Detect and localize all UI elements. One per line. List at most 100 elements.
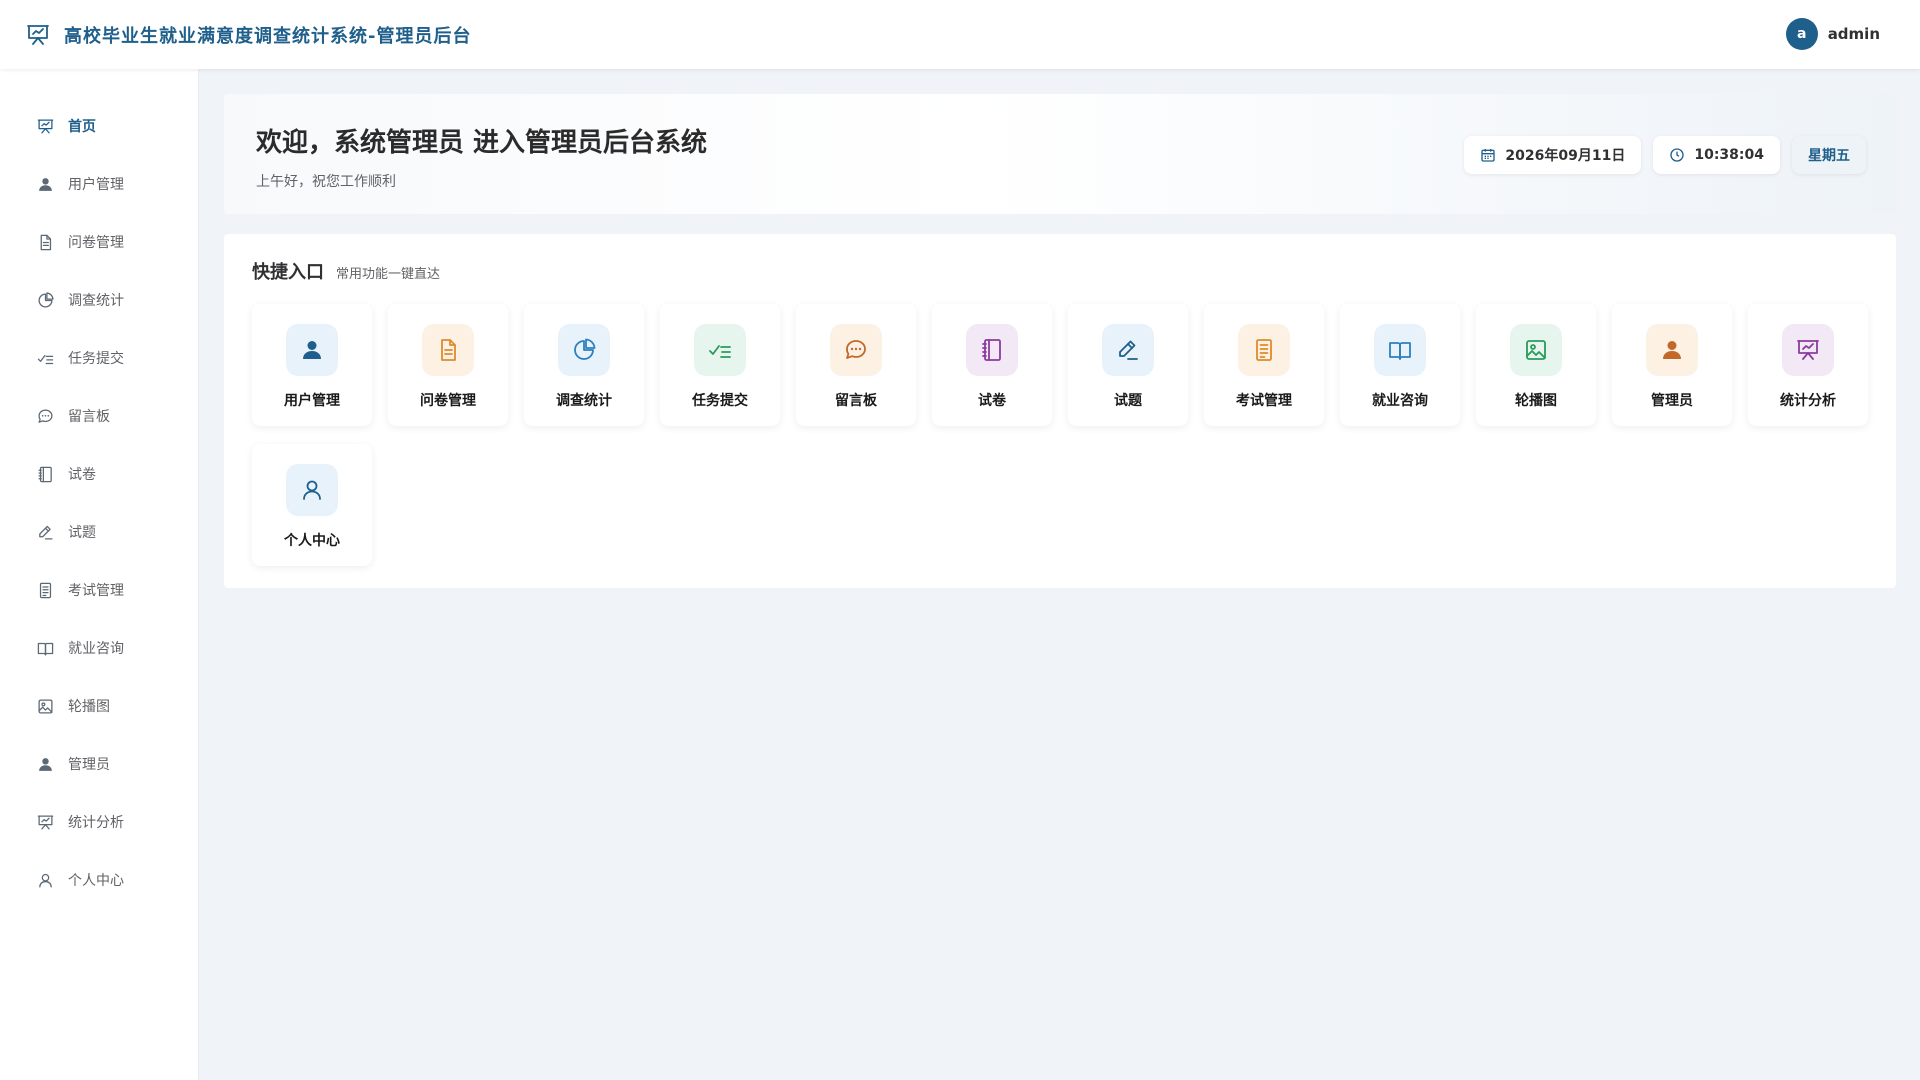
sidebar-item[interactable]: 试卷 [0,445,198,503]
quick-entry-title: 快捷入口 [252,262,324,283]
presentation-icon [1782,324,1834,376]
user-solid-icon [36,175,54,193]
chat-icon [830,324,882,376]
quick-entry-label: 用户管理 [284,393,340,409]
home-icon [36,117,54,135]
notebook-icon [966,324,1018,376]
check-list-icon [36,349,54,367]
avatar[interactable]: a [1785,18,1818,50]
pie-icon [36,291,54,309]
user-solid-icon [36,755,54,773]
sidebar-item-label: 个人中心 [68,873,124,889]
sidebar-item[interactable]: 调查统计 [0,271,198,329]
quick-entry-card[interactable]: 试卷 [932,304,1052,426]
weekday-chip: 星期五 [1792,136,1866,174]
quick-entry-card[interactable]: 调查统计 [524,304,644,426]
sidebar-item-label: 任务提交 [68,351,124,367]
sidebar-item[interactable]: 就业咨询 [0,619,198,677]
sidebar-item-label: 考试管理 [68,583,124,599]
sidebar-item[interactable]: 试题 [0,503,198,561]
presentation-chart-icon [26,23,50,47]
sidebar-item[interactable]: 留言板 [0,387,198,445]
quick-entry-grid: 用户管理 问卷管理 调查统计 任务提交 留言板 试卷 试题 考试管理 就业咨询 轮播图 管理员 统计分… [252,304,1868,566]
sidebar-item-label: 用户管理 [68,177,124,193]
quick-entry-label: 试题 [1114,393,1142,409]
calendar-icon [1480,147,1496,163]
user-outline-icon [286,464,338,516]
sidebar-item-label: 轮播图 [68,699,110,715]
sidebar-item[interactable]: 轮播图 [0,677,198,735]
quick-entry-panel: 快捷入口 常用功能一键直达 用户管理 问卷管理 调查统计 任务提交 留言板 试卷 试题 考试管… [224,234,1896,588]
quick-entry-label: 留言板 [835,393,877,409]
sidebar-item-label: 管理员 [68,757,110,773]
sidebar-item[interactable]: 管理员 [0,735,198,793]
quick-entry-label: 管理员 [1651,393,1693,409]
app-title: 高校毕业生就业满意度调查统计系统-管理员后台 [64,25,472,47]
image-icon [36,697,54,715]
quick-entry-label: 就业咨询 [1372,393,1428,409]
user-menu[interactable]: a admin [1785,18,1880,50]
quick-entry-label: 试卷 [978,393,1006,409]
sidebar-item[interactable]: 考试管理 [0,561,198,619]
date-chip: 2026年09月11日 [1464,136,1642,174]
sidebar-item-label: 留言板 [68,409,110,425]
quick-entry-card[interactable]: 用户管理 [252,304,372,426]
sidebar-item[interactable]: 任务提交 [0,329,198,387]
sidebar-item[interactable]: 问卷管理 [0,213,198,271]
sidebar-item-label: 调查统计 [68,293,124,309]
user-solid-icon [286,324,338,376]
pen-icon [1102,324,1154,376]
chat-icon [36,407,54,425]
quick-entry-card[interactable]: 统计分析 [1748,304,1868,426]
time-chip: 10:38:04 [1653,136,1780,174]
doc-lines-icon [1238,324,1290,376]
sidebar-item-label: 试卷 [68,467,96,483]
quick-entry-subtitle: 常用功能一键直达 [336,267,441,282]
user-outline-icon [36,871,54,889]
pie-icon [558,324,610,376]
sidebar-item-label: 统计分析 [68,815,124,831]
sidebar-item[interactable]: 用户管理 [0,155,198,213]
check-list-icon [694,324,746,376]
book-icon [36,639,54,657]
clock-icon [1669,147,1685,163]
quick-entry-card[interactable]: 管理员 [1612,304,1732,426]
sidebar-item-label: 首页 [68,119,96,135]
sidebar-item-label: 问卷管理 [68,235,124,251]
image-icon [1510,324,1562,376]
notebook-icon [36,465,54,483]
document-icon [422,324,474,376]
welcome-banner: 欢迎，系统管理员 进入管理员后台系统 上午好，祝您工作顺利 2026年09月11… [224,94,1896,214]
quick-entry-label: 个人中心 [284,533,340,549]
sidebar-item-label: 试题 [68,525,96,541]
sidebar-item[interactable]: 统计分析 [0,793,198,851]
sidebar-item-label: 就业咨询 [68,641,124,657]
sidebar: 首页用户管理问卷管理调查统计任务提交留言板试卷试题考试管理就业咨询轮播图管理员统… [0,69,199,1080]
time-text: 10:38:04 [1694,147,1764,163]
quick-entry-card[interactable]: 个人中心 [252,444,372,566]
quick-entry-label: 调查统计 [556,393,612,409]
quick-entry-label: 统计分析 [1780,393,1836,409]
quick-entry-label: 问卷管理 [420,393,476,409]
quick-entry-card[interactable]: 试题 [1068,304,1188,426]
document-icon [36,233,54,251]
weekday-text: 星期五 [1808,148,1850,164]
quick-entry-label: 考试管理 [1236,393,1292,409]
quick-entry-label: 任务提交 [692,393,748,409]
quick-entry-card[interactable]: 任务提交 [660,304,780,426]
pen-icon [36,523,54,541]
quick-entry-card[interactable]: 问卷管理 [388,304,508,426]
top-bar: 高校毕业生就业满意度调查统计系统-管理员后台 a admin [0,0,1920,69]
quick-entry-card[interactable]: 留言板 [796,304,916,426]
quick-entry-card[interactable]: 就业咨询 [1340,304,1460,426]
sidebar-item[interactable]: 首页 [0,97,198,155]
quick-entry-label: 轮播图 [1515,393,1557,409]
username[interactable]: admin [1828,25,1880,43]
sidebar-item[interactable]: 个人中心 [0,851,198,909]
user-solid-icon [1646,324,1698,376]
quick-entry-card[interactable]: 考试管理 [1204,304,1324,426]
presentation-icon [36,813,54,831]
quick-entry-card[interactable]: 轮播图 [1476,304,1596,426]
date-text: 2026年09月11日 [1505,148,1626,164]
welcome-subtitle: 上午好，祝您工作顺利 [256,174,396,190]
